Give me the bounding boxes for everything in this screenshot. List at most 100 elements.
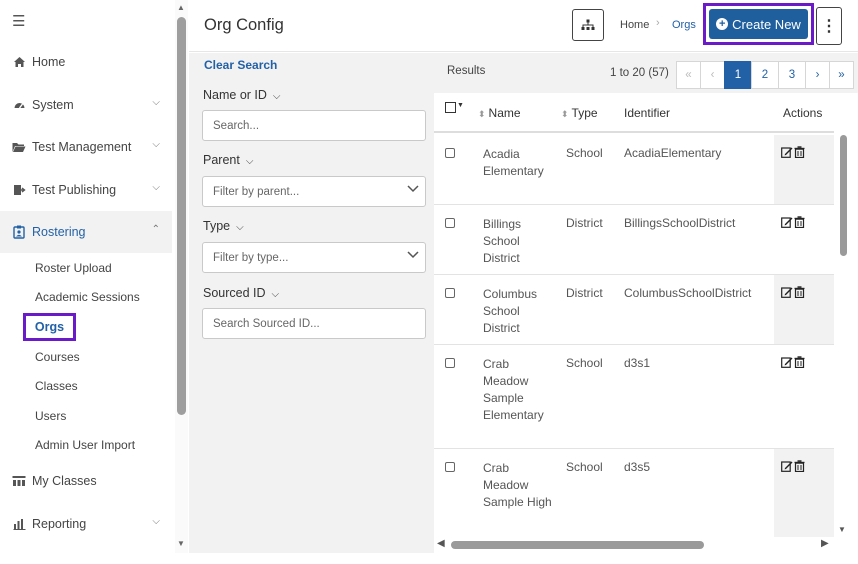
clear-search-link[interactable]: Clear Search: [204, 58, 277, 72]
sidebar-item-test-management[interactable]: Test Management ⌵: [0, 126, 172, 168]
table-row: Columbus School District District Columb…: [434, 275, 834, 345]
breadcrumb-orgs[interactable]: Orgs: [672, 19, 696, 31]
row-actions: [774, 275, 834, 344]
scrollbar-thumb[interactable]: [840, 135, 847, 256]
next-page-button[interactable]: ›: [805, 61, 830, 89]
sidebar-item-home[interactable]: Home: [0, 41, 172, 83]
sidebar-sub-users[interactable]: Users: [35, 409, 66, 423]
scroll-left-arrow[interactable]: ◀: [437, 538, 445, 549]
name-search-input[interactable]: Search...: [202, 110, 426, 141]
chevron-down-icon: ⌵: [245, 156, 254, 167]
scroll-down-arrow[interactable]: ▼: [838, 525, 846, 534]
org-type: District: [566, 216, 603, 230]
publish-icon: [11, 182, 27, 198]
column-header-type[interactable]: ⬍ Type: [561, 106, 598, 120]
sourced-id-search-input[interactable]: Search Sourced ID...: [202, 308, 426, 339]
sourced-id-filter-label[interactable]: Sourced ID ⌵: [203, 286, 279, 300]
row-actions: [774, 135, 834, 204]
column-type-label: Type: [571, 106, 598, 120]
trash-icon[interactable]: [794, 460, 805, 472]
scrollbar-thumb[interactable]: [177, 17, 186, 415]
pagination: « ‹ 1 2 3 › »: [676, 61, 854, 89]
parent-filter-text: Parent: [203, 153, 240, 167]
create-new-button[interactable]: + Create New: [709, 9, 808, 39]
trash-icon[interactable]: [794, 286, 805, 298]
first-page-button[interactable]: «: [676, 61, 701, 89]
folder-icon: [11, 139, 27, 155]
hamburger-icon[interactable]: ☰: [12, 12, 25, 30]
edit-icon[interactable]: [781, 216, 793, 228]
sidebar-sub-classes[interactable]: Classes: [35, 379, 78, 393]
table-header: ▼ ⬍ Name ⬍ Type Identifier Actions: [434, 93, 834, 133]
kebab-icon: ⋮: [821, 18, 837, 35]
row-checkbox[interactable]: [445, 462, 455, 472]
name-filter-label[interactable]: Name or ID ⌵: [203, 88, 281, 102]
scroll-up-arrow[interactable]: ▲: [177, 3, 185, 12]
sidebar-item-reporting[interactable]: Reporting ⌵: [0, 503, 172, 545]
row-checkbox[interactable]: [445, 288, 455, 298]
filter-panel: Clear Search Name or ID ⌵ Search... Paren…: [189, 53, 434, 553]
sidebar-item-my-classes[interactable]: My Classes: [0, 460, 172, 502]
sidebar-item-rostering[interactable]: Rostering ⌃: [0, 211, 172, 253]
row-checkbox[interactable]: [445, 218, 455, 228]
row-actions: [774, 205, 834, 274]
org-identifier: d3s5: [624, 460, 651, 474]
type-filter-select[interactable]: Filter by type...: [202, 242, 426, 273]
page-3-button[interactable]: 3: [778, 61, 806, 89]
caret-down-icon[interactable]: ▼: [457, 102, 464, 109]
sidebar-sub-admin-user-import[interactable]: Admin User Import: [35, 438, 135, 452]
trash-icon[interactable]: [794, 216, 805, 228]
sidebar-item-label: Reporting: [32, 517, 87, 531]
row-checkbox[interactable]: [445, 358, 455, 368]
prev-page-button[interactable]: ‹: [700, 61, 725, 89]
page-2-button[interactable]: 2: [751, 61, 779, 89]
org-type: District: [566, 286, 603, 300]
trash-icon[interactable]: [794, 146, 805, 158]
table-row: Crab Meadow Sample Elementary School d3s…: [434, 345, 834, 449]
sidebar-sub-courses[interactable]: Courses: [35, 350, 80, 364]
type-filter-label[interactable]: Type ⌵: [203, 219, 244, 233]
hierarchy-icon: [581, 19, 595, 30]
edit-icon[interactable]: [781, 146, 793, 158]
scroll-right-arrow[interactable]: ▶: [821, 538, 829, 549]
results-panel: Results 1 to 20 (57) « ‹ 1 2 3 › » ▼ ⬍ Na…: [434, 53, 858, 553]
table-row: Billings School District District Billin…: [434, 205, 834, 275]
row-checkbox[interactable]: [445, 148, 455, 158]
sidebar-sub-orgs[interactable]: Orgs: [23, 313, 76, 341]
row-actions: [774, 449, 834, 539]
parent-filter-label[interactable]: Parent ⌵: [203, 153, 253, 167]
trash-icon[interactable]: [794, 356, 805, 368]
page-header: Org Config Home › Orgs + Create New ⋮: [189, 0, 858, 52]
parent-filter-select[interactable]: Filter by parent...: [202, 176, 426, 207]
edit-icon[interactable]: [781, 286, 793, 298]
last-page-button[interactable]: »: [829, 61, 854, 89]
sidebar-scrollbar[interactable]: ▲ ▼: [175, 0, 188, 553]
sidebar-sub-academic-sessions[interactable]: Academic Sessions: [35, 290, 140, 304]
name-filter-text: Name or ID: [203, 88, 267, 102]
sidebar-item-system[interactable]: System ⌵: [0, 84, 172, 126]
breadcrumb-home[interactable]: Home: [620, 19, 649, 31]
more-options-button[interactable]: ⋮: [816, 7, 842, 45]
edit-icon[interactable]: [781, 460, 793, 472]
results-horizontal-scrollbar[interactable]: ◀ ▶: [434, 537, 834, 553]
chevron-down-icon: ⌵: [152, 139, 160, 150]
type-filter-text: Type: [203, 219, 231, 233]
org-name: Columbus School District: [483, 287, 538, 335]
org-name: Billings School District: [483, 217, 522, 265]
results-count: 1 to 20 (57): [610, 67, 669, 79]
sidebar-item-label: Test Publishing: [32, 183, 117, 197]
select-all-checkbox[interactable]: [445, 102, 456, 113]
edit-icon[interactable]: [781, 356, 793, 368]
hierarchy-button[interactable]: [572, 9, 604, 41]
results-vertical-scrollbar[interactable]: ▼: [837, 93, 853, 541]
org-name: Crab Meadow Sample Elementary: [483, 357, 544, 422]
sidebar-item-label: Home: [32, 55, 66, 69]
scrollbar-thumb[interactable]: [451, 541, 704, 549]
sidebar-sub-roster-upload[interactable]: Roster Upload: [35, 261, 112, 275]
column-header-name[interactable]: ⬍ Name: [478, 106, 521, 120]
scroll-down-arrow[interactable]: ▼: [177, 539, 185, 548]
page-1-button[interactable]: 1: [724, 61, 752, 89]
sidebar-item-test-publishing[interactable]: Test Publishing ⌵: [0, 169, 172, 211]
sort-icon: ⬍: [561, 109, 569, 119]
home-icon: [11, 54, 27, 70]
